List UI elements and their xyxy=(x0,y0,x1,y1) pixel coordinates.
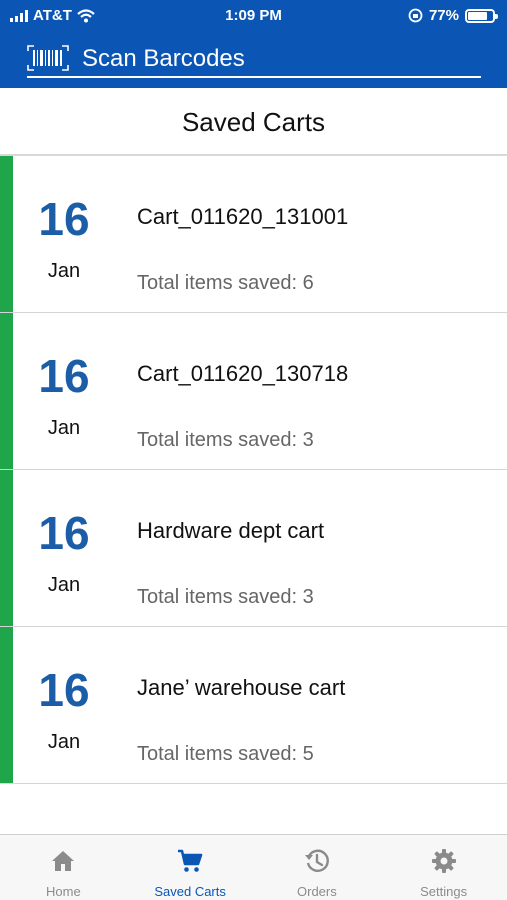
tab-label: Orders xyxy=(297,884,337,899)
cart-accent-bar xyxy=(0,313,13,469)
cart-row[interactable]: 16 Jan Cart_011620_131001 Total items sa… xyxy=(0,156,507,313)
cart-name: Hardware dept cart xyxy=(137,518,325,543)
home-icon xyxy=(52,851,75,871)
battery-percent: 77% xyxy=(428,7,459,24)
cart-item-count: Total items saved: 5 xyxy=(137,743,314,765)
cart-row[interactable]: 16 Jan Hardware dept cart Total items sa… xyxy=(0,470,507,627)
cart-name: Jane’ warehouse cart xyxy=(137,675,346,700)
tab-settings[interactable]: Settings xyxy=(380,835,507,900)
cart-row[interactable]: 16 Jan Cart_011620_130718 Total items sa… xyxy=(0,313,507,470)
cart-date-month: Jan xyxy=(47,260,81,282)
cart-name: Cart_011620_131001 xyxy=(137,204,349,229)
cart-date-day: 16 xyxy=(38,350,90,402)
bottom-tab-bar: Home Saved Carts Orders Settings xyxy=(0,834,507,900)
tab-saved-carts[interactable]: Saved Carts xyxy=(127,835,254,900)
cart-item-count: Total items saved: 3 xyxy=(137,586,314,608)
cart-date-day: 16 xyxy=(38,193,90,245)
cart-name: Cart_011620_130718 xyxy=(137,361,349,386)
cart-date-month: Jan xyxy=(47,731,81,753)
cart-row[interactable]: 16 Jan Jane’ warehouse cart Total items … xyxy=(0,627,507,784)
app-bar: Scan Barcodes xyxy=(27,40,481,78)
app-header: AT&T 1:09 PM 77% Scan Barcodes xyxy=(0,0,507,88)
tab-label: Home xyxy=(46,884,81,899)
cart-date-day: 16 xyxy=(38,664,90,716)
gear-icon xyxy=(431,849,456,873)
barcode-icon[interactable] xyxy=(27,45,69,71)
cart-date-month: Jan xyxy=(47,417,81,439)
cart-date-day: 16 xyxy=(38,507,90,559)
orientation-lock-icon xyxy=(408,8,423,23)
cart-accent-bar xyxy=(0,627,13,783)
tab-home[interactable]: Home xyxy=(0,835,127,900)
status-bar: AT&T 1:09 PM 77% xyxy=(0,0,507,32)
cart-accent-bar xyxy=(0,156,13,312)
cart-accent-bar xyxy=(0,470,13,626)
page-title: Saved Carts xyxy=(0,88,507,156)
app-title[interactable]: Scan Barcodes xyxy=(82,45,245,73)
cart-icon xyxy=(178,849,203,872)
cart-item-count: Total items saved: 3 xyxy=(137,429,314,451)
battery-icon xyxy=(465,8,498,23)
status-right: 77% xyxy=(408,7,498,24)
tab-label: Settings xyxy=(420,884,468,899)
cart-item-count: Total items saved: 6 xyxy=(137,272,314,294)
tab-label: Saved Carts xyxy=(154,884,226,899)
history-icon xyxy=(304,849,329,872)
cart-date-month: Jan xyxy=(47,574,81,596)
tab-orders[interactable]: Orders xyxy=(254,835,381,900)
saved-carts-list: 16 Jan Cart_011620_131001 Total items sa… xyxy=(0,156,507,784)
